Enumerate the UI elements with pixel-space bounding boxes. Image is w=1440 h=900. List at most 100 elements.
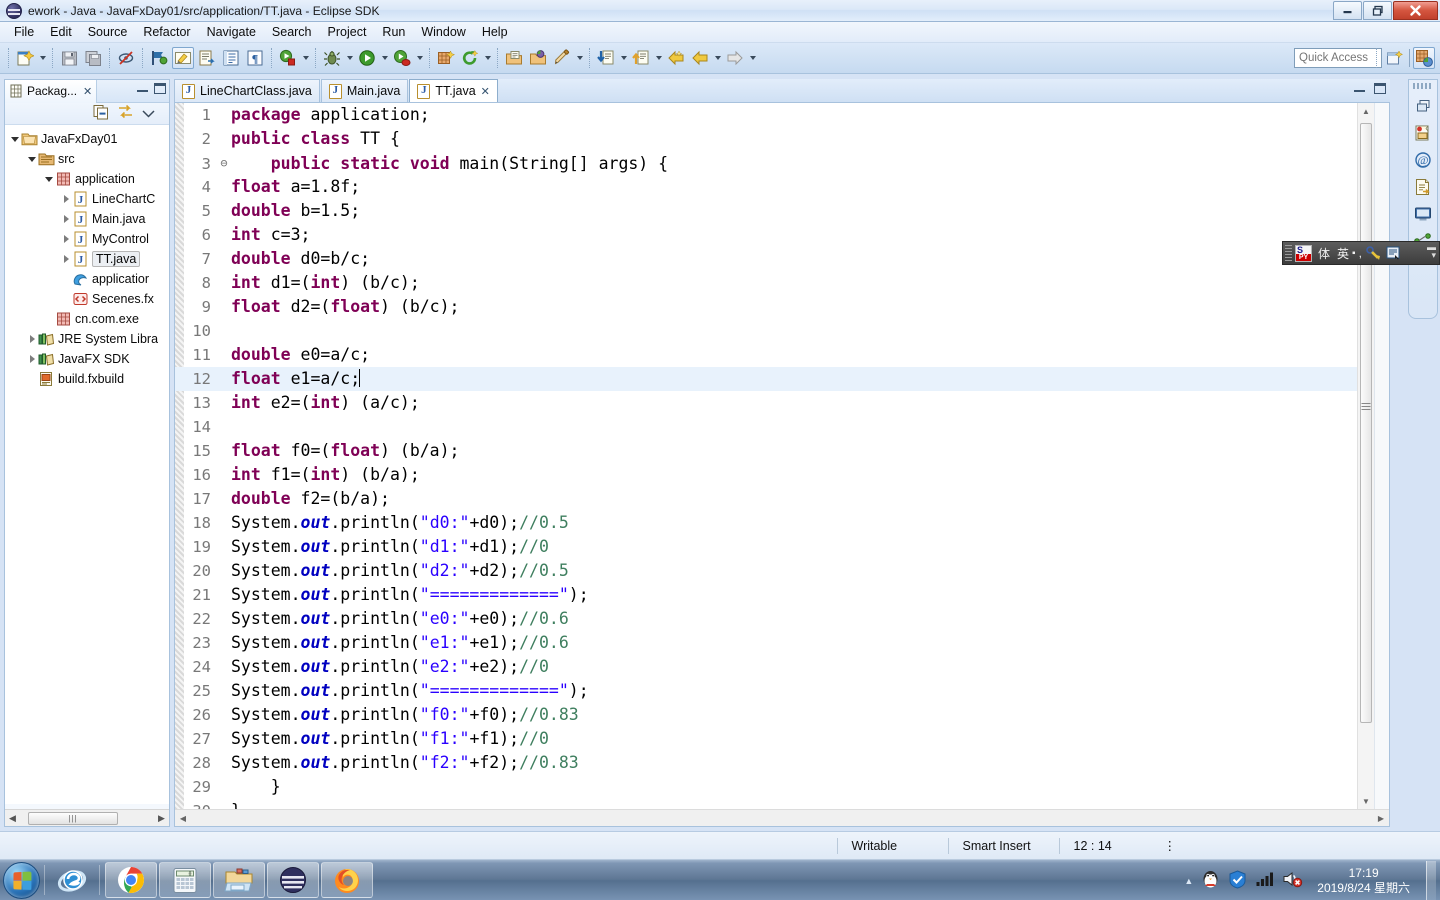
firefox-icon[interactable] [321, 862, 373, 898]
code-text-area[interactable]: 1package application;2public class TT {3… [175, 103, 1357, 809]
code-line[interactable]: 3⊖ public static void main(String[] args… [175, 151, 1357, 175]
close-icon[interactable]: ✕ [481, 85, 490, 98]
previous-annotation-icon[interactable] [630, 47, 652, 69]
tab-package-explorer[interactable]: Packag... ✕ [5, 80, 97, 103]
code-line[interactable]: 14 [175, 415, 1357, 439]
code-line[interactable]: 27System.out.println("f1:"+f1);//0 [175, 727, 1357, 751]
scroll-left-icon[interactable]: ◀ [5, 813, 20, 824]
next-annotation-icon[interactable] [595, 47, 617, 69]
hscroll-thumb[interactable]: ||| [28, 812, 118, 825]
tree-item-mycontrol[interactable]: JMyControl [9, 229, 169, 249]
code-line[interactable]: 23System.out.println("e1:"+e1);//0.6 [175, 631, 1357, 655]
open-task-2-icon[interactable] [527, 47, 549, 69]
menu-source[interactable]: Source [80, 23, 136, 41]
fold-collapse-icon[interactable]: ⊖ [217, 151, 231, 175]
back-dropdown-icon[interactable] [712, 47, 723, 69]
code-line[interactable]: 19System.out.println("d1:"+d1);//0 [175, 535, 1357, 559]
paragraph-icon[interactable]: ¶ [244, 47, 266, 69]
debug-icon[interactable] [321, 47, 343, 69]
volume-muted-icon[interactable] [1282, 870, 1303, 891]
at-sign-icon[interactable]: @ [1413, 150, 1433, 170]
java-perspective-icon[interactable] [1413, 47, 1435, 69]
code-line[interactable]: 17double f2=(b/a); [175, 487, 1357, 511]
menu-navigate[interactable]: Navigate [199, 23, 264, 41]
drag-handle[interactable] [1413, 83, 1433, 89]
menu-search[interactable]: Search [264, 23, 320, 41]
qq-icon[interactable] [1201, 869, 1220, 892]
code-line[interactable]: 1package application; [175, 103, 1357, 127]
scroll-right-icon[interactable]: ▶ [154, 813, 169, 824]
close-button[interactable] [1393, 1, 1438, 20]
new-java-project-icon[interactable] [435, 47, 457, 69]
open-task-icon[interactable] [196, 47, 218, 69]
hide-skip-icon[interactable] [115, 47, 137, 69]
internet-explorer-icon[interactable] [50, 862, 94, 898]
tree-item-application[interactable]: application [9, 169, 169, 189]
minimize-button[interactable] [1333, 1, 1362, 20]
javadoc-icon[interactable] [1413, 177, 1433, 197]
code-line[interactable]: 5double b=1.5; [175, 199, 1357, 223]
minimize-editor-icon[interactable] [1354, 83, 1365, 92]
expand-arrow-down-icon[interactable] [26, 149, 38, 169]
code-line[interactable]: 18System.out.println("d0:"+d0);//0.5 [175, 511, 1357, 535]
menu-run[interactable]: Run [374, 23, 413, 41]
back-arrow-icon[interactable] [689, 47, 711, 69]
annotate-icon[interactable] [551, 47, 573, 69]
show-desktop-button[interactable] [1426, 861, 1436, 900]
ime-drag-handle[interactable] [1285, 245, 1292, 261]
refresh-dropdown-icon[interactable] [482, 47, 493, 69]
expand-arrow-right-icon[interactable] [26, 329, 38, 349]
coverage-dropdown-icon[interactable] [414, 47, 425, 69]
menu-edit[interactable]: Edit [42, 23, 80, 41]
tree-item-javafx-sdk[interactable]: JavaFX SDK [9, 349, 169, 369]
toggle-breakpoint-icon[interactable] [148, 47, 170, 69]
problems-icon[interactable] [1413, 123, 1433, 143]
run-icon[interactable] [356, 47, 378, 69]
code-line[interactable]: 12float e1=a/c; [175, 367, 1357, 391]
refresh-icon[interactable] [459, 47, 481, 69]
calculator-icon[interactable]: 0 [159, 862, 211, 898]
code-line[interactable]: 11double e0=a/c; [175, 343, 1357, 367]
code-line[interactable]: 30} [175, 799, 1357, 809]
scroll-right-icon[interactable]: ▶ [1373, 814, 1389, 823]
eclipse-icon[interactable] [267, 862, 319, 898]
tab-linechartclass-java[interactable]: LineChartClass.java [174, 79, 320, 102]
tree-item-build-fxbuild[interactable]: build.fxbuild [9, 369, 169, 389]
link-with-editor-icon[interactable] [117, 104, 134, 123]
code-line[interactable]: 16int f1=(int) (b/a); [175, 463, 1357, 487]
maximize-editor-icon[interactable] [1374, 83, 1386, 94]
forward-icon[interactable] [724, 47, 746, 69]
run-ant-icon[interactable] [277, 47, 299, 69]
tree-item-main-java[interactable]: JMain.java [9, 209, 169, 229]
menu-file[interactable]: File [6, 23, 42, 41]
expand-arrow-right-icon[interactable] [60, 229, 72, 249]
code-line[interactable]: 25System.out.println("============="); [175, 679, 1357, 703]
expand-arrow-down-icon[interactable] [9, 129, 21, 149]
tree-item-secenes-fx[interactable]: Secenes.fx [9, 289, 169, 309]
ime-mode-label[interactable]: 英 [1337, 245, 1349, 262]
ime-fullwidth-icon[interactable]: 体 [1315, 244, 1334, 262]
ime-halfwidth-icon[interactable]: ▪ [1352, 248, 1356, 259]
vscroll-thumb[interactable] [1360, 123, 1372, 723]
expand-arrow-right-icon[interactable] [60, 249, 72, 269]
code-line[interactable]: 2public class TT { [175, 127, 1357, 151]
code-line[interactable]: 9float d2=(float) (b/c); [175, 295, 1357, 319]
code-line[interactable]: 13int e2=(int) (a/c); [175, 391, 1357, 415]
tree-item-src[interactable]: src [9, 149, 169, 169]
save-all-icon[interactable] [82, 47, 104, 69]
file-explorer-icon[interactable] [213, 862, 265, 898]
expand-arrow-right-icon[interactable] [60, 209, 72, 229]
menu-window[interactable]: Window [413, 23, 473, 41]
coverage-icon[interactable] [391, 47, 413, 69]
taskbar-clock[interactable]: 17:19 2019/8/24 星期六 [1311, 866, 1416, 896]
editor-overview-ruler[interactable] [1374, 103, 1389, 809]
collapse-all-icon[interactable] [93, 104, 109, 123]
code-line[interactable]: 20System.out.println("d2:"+d2);//0.5 [175, 559, 1357, 583]
code-line[interactable]: 15float f0=(float) (b/a); [175, 439, 1357, 463]
tree-item-applicatior[interactable]: applicatior [9, 269, 169, 289]
scroll-up-icon[interactable]: ▲ [1358, 103, 1374, 119]
code-line[interactable]: 21System.out.println("============="); [175, 583, 1357, 607]
tencent-pc-manager-icon[interactable] [1228, 870, 1247, 892]
quick-access-input[interactable] [1294, 48, 1382, 68]
menu-refactor[interactable]: Refactor [135, 23, 198, 41]
